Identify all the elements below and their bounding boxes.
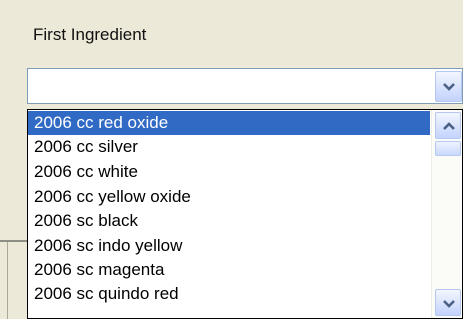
list-item[interactable]: 2006 sc magenta <box>28 258 430 282</box>
scroll-up-button[interactable] <box>435 112 461 139</box>
list-scrollbar[interactable] <box>431 110 462 318</box>
list-item[interactable]: 2006 cc yellow oxide <box>28 185 430 209</box>
list-item[interactable]: 2006 cc red oxide <box>28 111 430 135</box>
list-item[interactable]: 2006 sc black <box>28 209 430 233</box>
scroll-down-button[interactable] <box>435 289 461 316</box>
chevron-down-icon <box>443 300 455 308</box>
list-item[interactable]: 2006 cc white <box>28 160 430 184</box>
first-ingredient-combobox[interactable] <box>27 68 463 104</box>
combobox-dropdown-button[interactable] <box>435 71 462 102</box>
chevron-up-icon <box>443 122 455 130</box>
panel-divider <box>0 240 27 242</box>
scrollbar-thumb[interactable] <box>435 141 461 156</box>
first-ingredient-label: First Ingredient <box>33 25 147 44</box>
list-item[interactable]: 2006 sc quindo red <box>28 282 430 306</box>
ingredient-dropdown-list[interactable]: 2006 cc red oxide 2006 cc silver 2006 cc… <box>27 109 463 319</box>
chevron-down-icon <box>443 83 455 91</box>
list-item[interactable]: 2006 cc silver <box>28 135 430 159</box>
panel-edge <box>7 242 8 319</box>
list-item[interactable]: 2006 sc indo yellow <box>28 234 430 258</box>
